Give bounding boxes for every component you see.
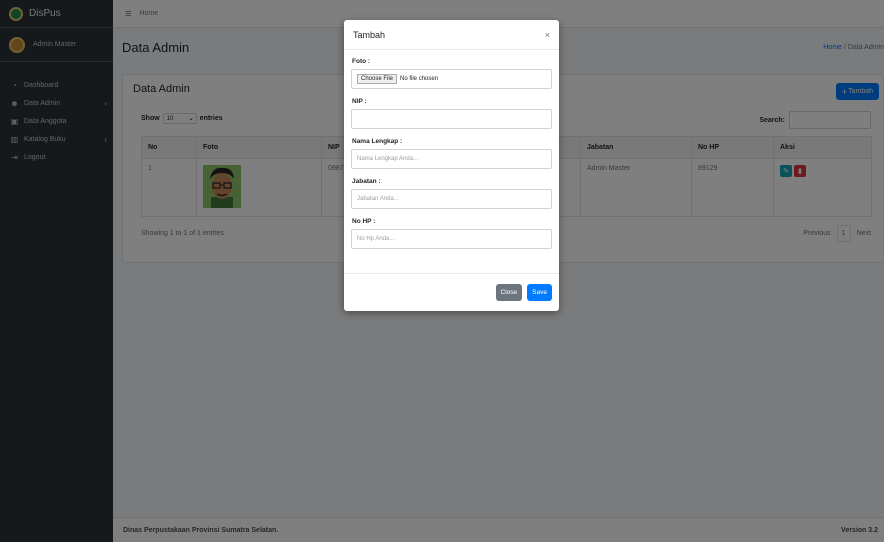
file-status: No file chosen (400, 76, 439, 82)
modal-body: Foto : Choose File No file chosen NIP : … (344, 50, 559, 249)
modal-footer: Close Save (344, 273, 559, 311)
nohp-label: No HP : (352, 218, 376, 225)
nohp-input[interactable]: No Hp Anda... (351, 229, 552, 249)
close-icon[interactable]: × (545, 30, 550, 40)
close-button[interactable]: Close (495, 284, 523, 301)
foto-file-input[interactable]: Choose File No file chosen (351, 69, 552, 89)
nama-label: Nama Lengkap : (352, 138, 403, 145)
nama-placeholder: Nama Lengkap Anda... (357, 156, 419, 162)
save-button[interactable]: Save (527, 284, 552, 301)
jabatan-input[interactable]: Jabatan Anda... (351, 189, 552, 209)
modal-title: Tambah (353, 29, 386, 40)
nohp-placeholder: No Hp Anda... (357, 236, 395, 242)
choose-file-button[interactable]: Choose File (357, 74, 398, 84)
modal-header: Tambah × (344, 20, 559, 50)
jabatan-placeholder: Jabatan Anda... (357, 196, 399, 202)
add-admin-modal: Tambah × Foto : Choose File No file chos… (344, 20, 559, 311)
nip-label: NIP : (352, 98, 367, 105)
foto-label: Foto : (352, 58, 371, 65)
nip-input[interactable] (351, 109, 552, 129)
nama-input[interactable]: Nama Lengkap Anda... (351, 149, 552, 169)
jabatan-label: Jabatan : (352, 178, 381, 185)
